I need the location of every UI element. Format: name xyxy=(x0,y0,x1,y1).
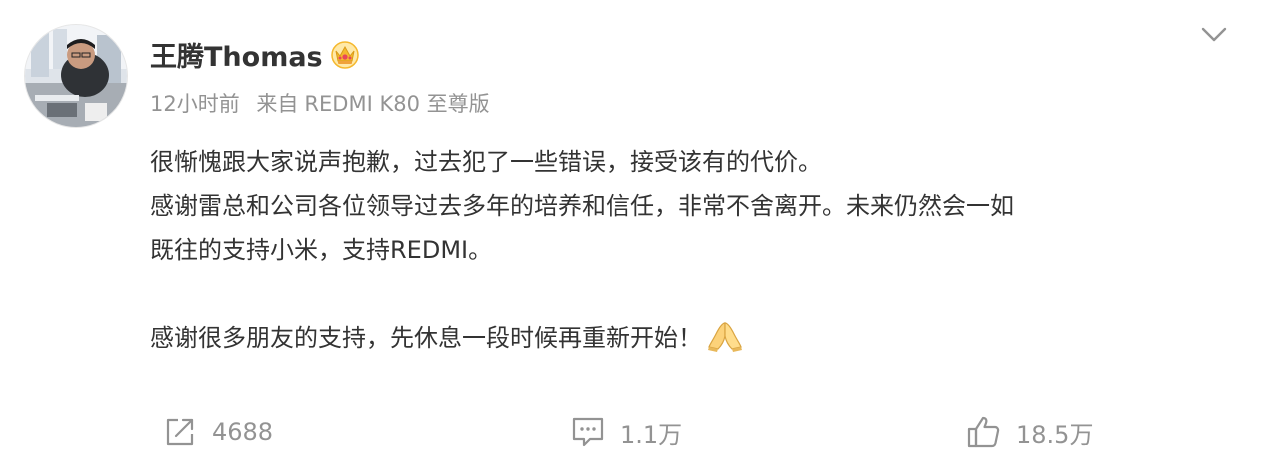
author-name[interactable]: 王腾Thomas xyxy=(150,35,323,74)
chevron-down-icon[interactable] xyxy=(1198,20,1230,48)
crown-badge-icon[interactable] xyxy=(329,38,361,70)
post-time[interactable]: 12小时前 xyxy=(150,92,240,116)
repost-button[interactable]: 4688 xyxy=(162,412,273,452)
post-source-device[interactable]: REDMI K80 至尊版 xyxy=(304,92,489,116)
avatar-photo xyxy=(25,25,127,127)
avatar[interactable] xyxy=(24,24,128,128)
content-line: 感谢雷总和公司各位领导过去多年的培养和信任，非常不舍离开。未来仍然会一如 xyxy=(150,192,1014,220)
repost-count: 4688 xyxy=(212,418,274,446)
post-content: 很惭愧跟大家说声抱歉，过去犯了一些错误，接受该有的代价。 感谢雷总和公司各位领导… xyxy=(150,140,1240,360)
post-meta: 12小时前 来自 REDMI K80 至尊版 xyxy=(150,88,490,118)
author-row: 王腾Thomas xyxy=(150,34,361,74)
comment-icon xyxy=(570,414,606,450)
like-count: 18.5万 xyxy=(1016,420,1094,449)
content-line: 很惭愧跟大家说声抱歉，过去犯了一些错误，接受该有的代价。 xyxy=(150,148,822,176)
content-line: 既往的支持小米，支持REDMI。 xyxy=(150,236,493,264)
content-line-with-emoji: 感谢很多朋友的支持，先休息一段时候再重新开始！ xyxy=(150,316,1240,360)
folded-hands-emoji xyxy=(706,319,744,353)
post-source-prefix: 来自 xyxy=(256,92,299,116)
like-button[interactable]: 18.5万 xyxy=(966,412,1093,452)
action-bar: 4688 1.1万 18.5万 xyxy=(0,412,1264,452)
thumbs-up-icon xyxy=(966,414,1002,450)
comment-button[interactable]: 1.1万 xyxy=(570,412,682,452)
content-line: 感谢很多朋友的支持，先休息一段时候再重新开始！ xyxy=(150,324,702,352)
share-icon xyxy=(162,414,198,450)
comment-count: 1.1万 xyxy=(620,420,683,449)
